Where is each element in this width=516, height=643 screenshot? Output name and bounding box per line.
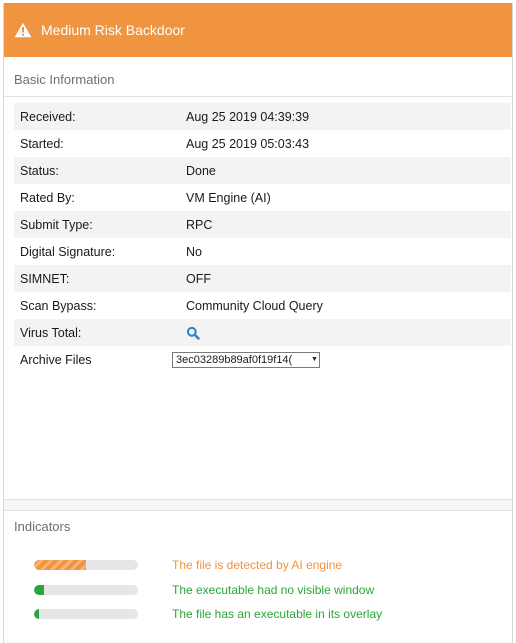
submit-type-value: RPC <box>186 217 213 232</box>
indicator-level-fill <box>34 560 86 570</box>
report-panel: Medium Risk Backdoor Basic Information R… <box>3 3 513 643</box>
indicator-level-bar <box>34 585 138 595</box>
indicator-level-fill <box>34 585 45 595</box>
scan-bypass-value: Community Cloud Query <box>186 298 323 313</box>
rated-by-value: VM Engine (AI) <box>186 190 271 205</box>
indicator-level-bar <box>34 609 138 619</box>
indicator-text: The executable had no visible window <box>172 583 375 597</box>
section-divider <box>4 96 512 97</box>
indicator-level-bar <box>34 560 138 570</box>
simnet-label: SIMNET: <box>20 271 70 286</box>
status-label: Status: <box>20 163 59 178</box>
basic-information-table: Received: Aug 25 2019 04:39:39 Started: … <box>14 103 511 373</box>
indicator-item: The executable had no visible window <box>34 580 504 600</box>
chevron-down-icon: ▼ <box>311 356 318 363</box>
risk-title: Medium Risk Backdoor <box>41 22 185 38</box>
info-row: Started: Aug 25 2019 05:03:43 <box>14 130 511 157</box>
risk-header: Medium Risk Backdoor <box>4 3 512 57</box>
received-value: Aug 25 2019 04:39:39 <box>186 109 310 124</box>
info-row: Virus Total: <box>14 319 511 346</box>
digital-signature-value: No <box>186 244 202 259</box>
indicator-level-fill <box>34 609 40 619</box>
info-row: SIMNET: OFF <box>14 265 511 292</box>
indicator-text: The file is detected by AI engine <box>172 558 343 572</box>
search-icon[interactable] <box>186 326 200 340</box>
started-value: Aug 25 2019 05:03:43 <box>186 136 310 151</box>
rated-by-label: Rated By: <box>20 190 75 205</box>
virus-total-label: Virus Total: <box>20 325 82 340</box>
info-row: Status: Done <box>14 157 511 184</box>
simnet-value: OFF <box>186 271 211 286</box>
started-label: Started: <box>20 136 64 151</box>
info-row: Rated By: VM Engine (AI) <box>14 184 511 211</box>
digital-signature-label: Digital Signature: <box>20 244 116 259</box>
scan-bypass-label: Scan Bypass: <box>20 298 97 313</box>
info-row: Submit Type: RPC <box>14 211 511 238</box>
info-row: Archive Files 3ec03289b89af0f19f14( ▼ <box>14 346 511 373</box>
warning-icon <box>14 22 32 38</box>
basic-information-title: Basic Information <box>14 72 115 87</box>
submit-type-label: Submit Type: <box>20 217 93 232</box>
archive-files-select[interactable]: 3ec03289b89af0f19f14( ▼ <box>172 351 320 368</box>
archive-files-label: Archive Files <box>20 352 92 367</box>
indicators-title: Indicators <box>14 519 71 534</box>
archive-files-selected: 3ec03289b89af0f19f14( <box>176 353 293 366</box>
info-row: Received: Aug 25 2019 04:39:39 <box>14 103 511 130</box>
panel-divider <box>4 499 512 511</box>
received-label: Received: <box>20 109 76 124</box>
indicator-item: The file has an executable in its overla… <box>34 604 504 624</box>
indicator-text: The file has an executable in its overla… <box>172 607 383 621</box>
info-row: Digital Signature: No <box>14 238 511 265</box>
indicator-item: The file is detected by AI engine <box>34 555 504 575</box>
status-value: Done <box>186 163 216 178</box>
info-row: Scan Bypass: Community Cloud Query <box>14 292 511 319</box>
